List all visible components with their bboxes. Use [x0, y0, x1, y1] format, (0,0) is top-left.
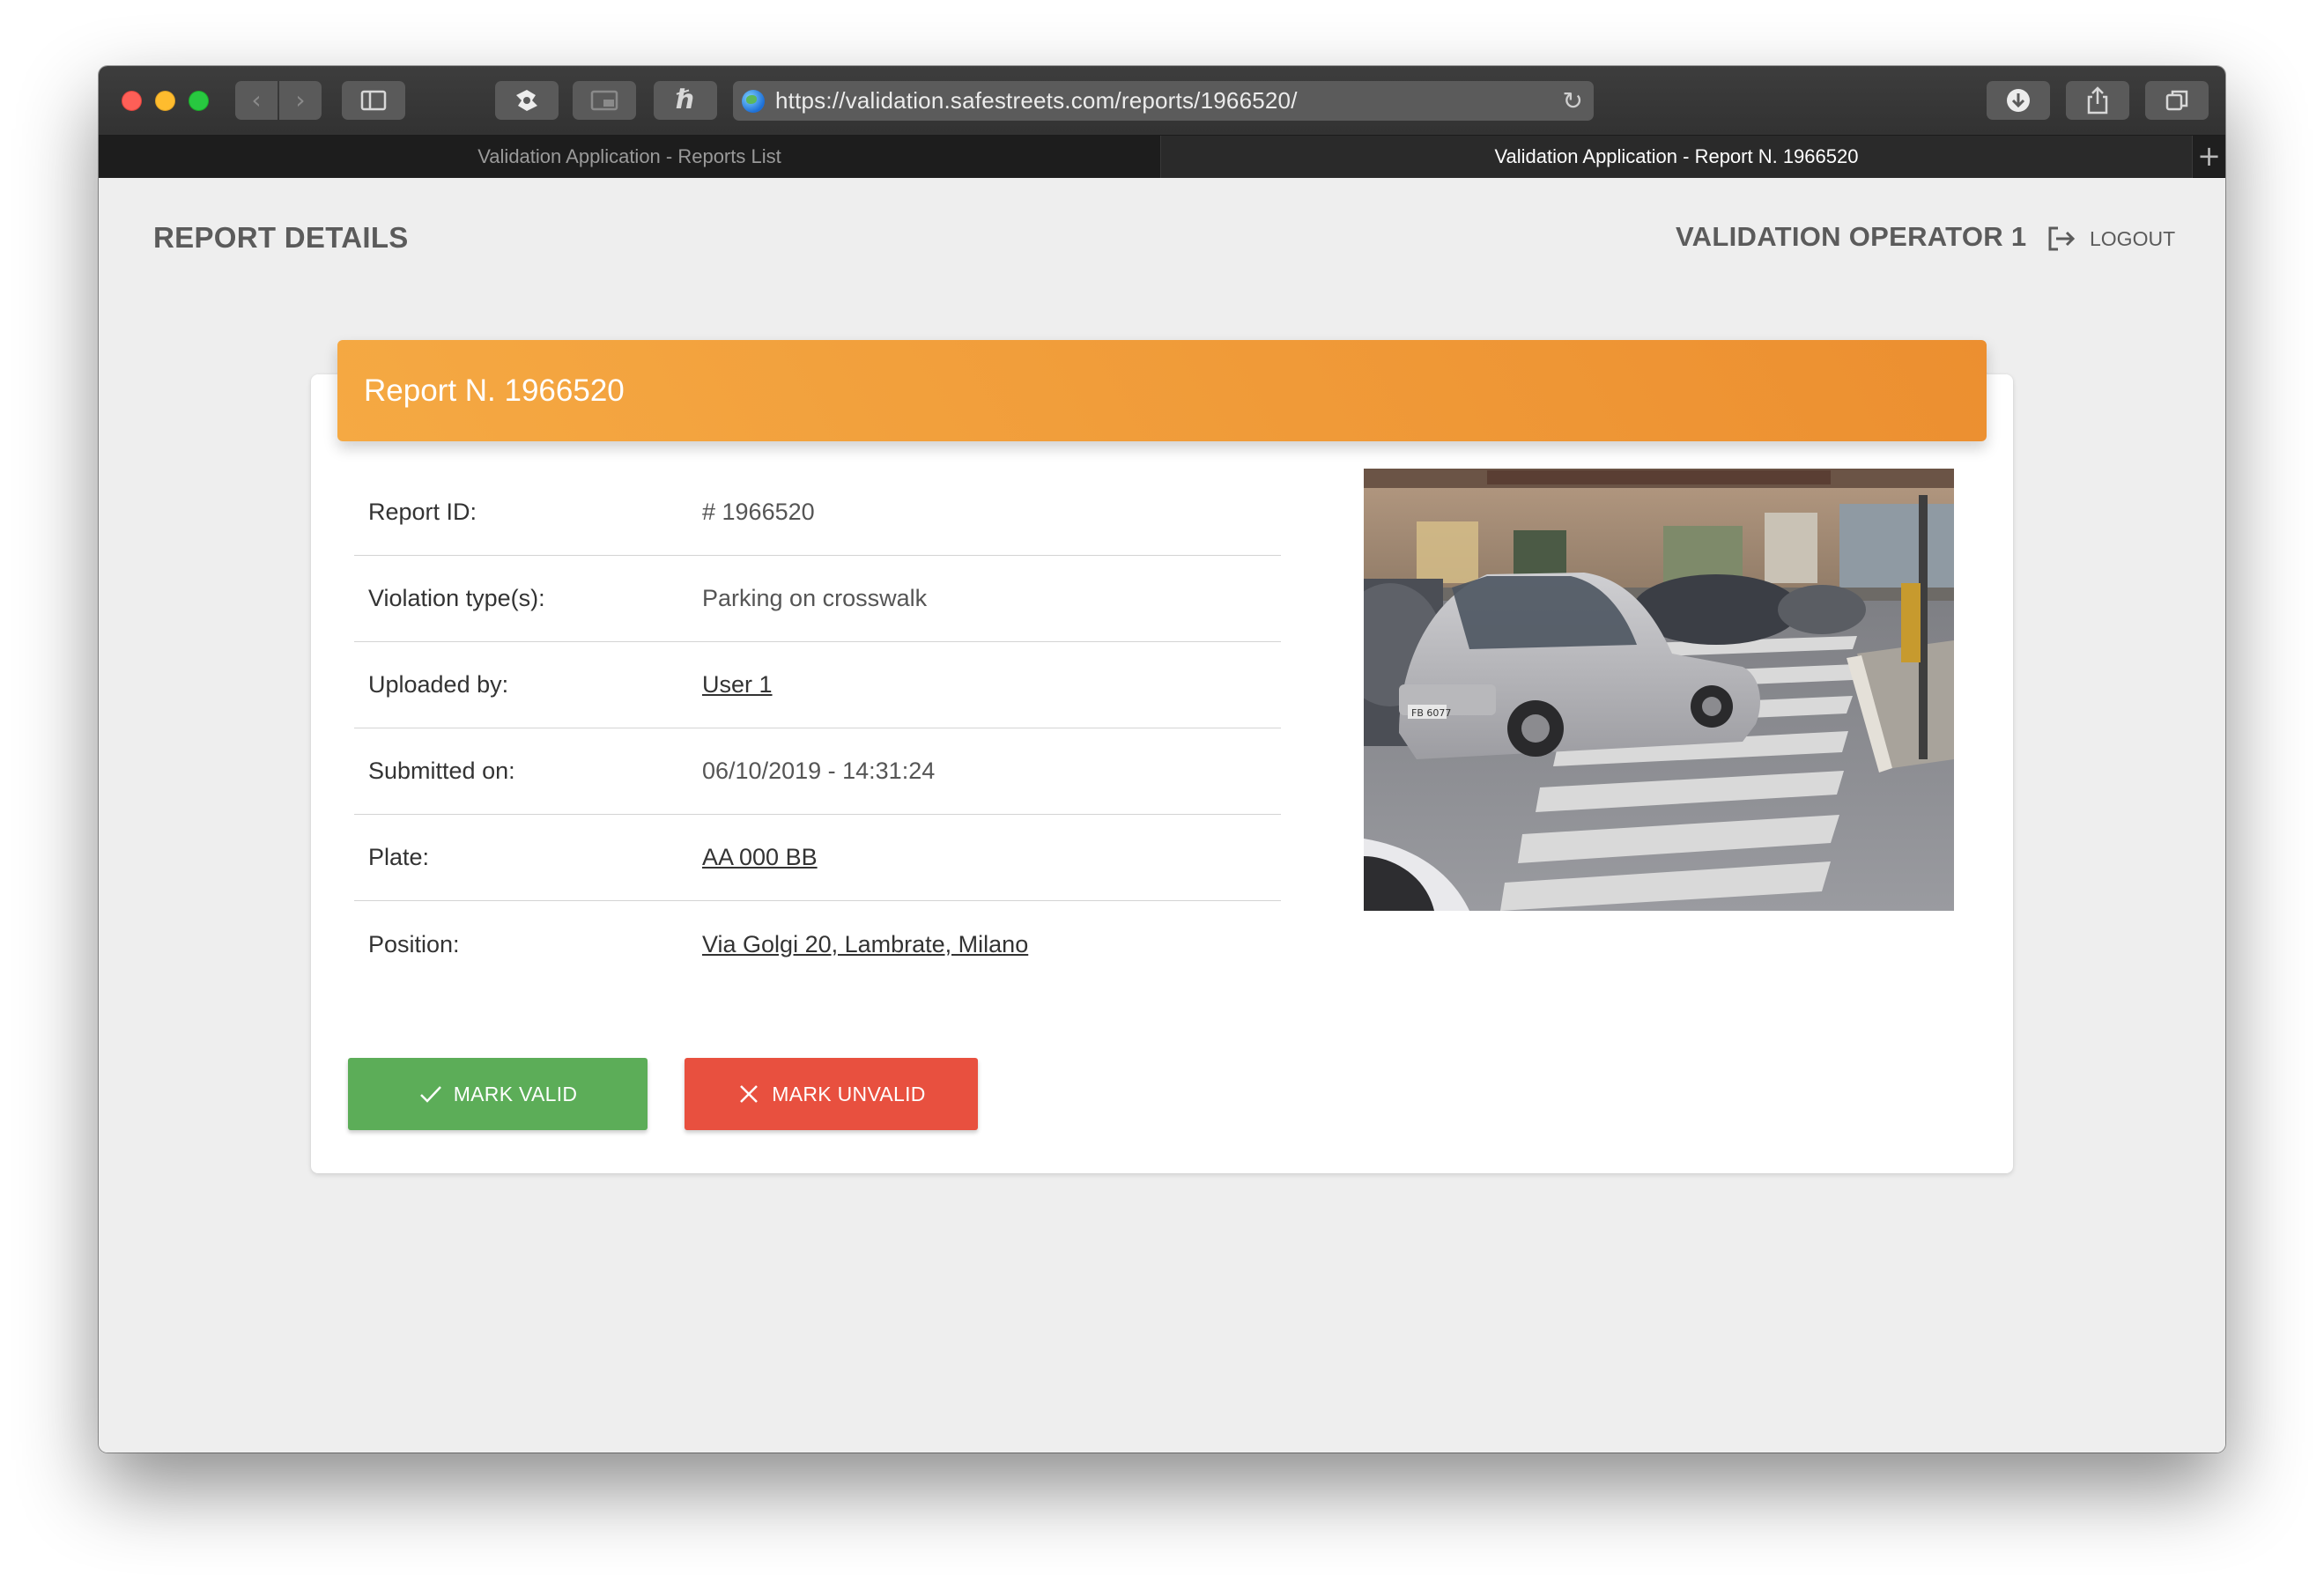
new-tab-button[interactable]: +	[2192, 136, 2225, 178]
address-bar[interactable]: https://validation.safestreets.com/repor…	[733, 81, 1594, 121]
report-photo-illustration: FB 6077	[1364, 469, 1954, 911]
extension-h-button[interactable]: ℏ	[654, 81, 717, 120]
extension-swirl-icon	[516, 90, 537, 111]
detail-row-report-id: Report ID: # 1966520	[354, 469, 1281, 556]
back-button[interactable]: ‹	[235, 81, 278, 120]
logout-button[interactable]: LOGOUT	[2046, 221, 2175, 256]
check-icon	[419, 1086, 441, 1103]
download-icon	[2007, 89, 2030, 112]
detail-label: Plate:	[368, 844, 430, 870]
position-link[interactable]: Via Golgi 20, Lambrate, Milano	[702, 931, 1028, 958]
report-details-list: Report ID: # 1966520 Violation type(s): …	[354, 469, 1281, 987]
mark-valid-label: MARK VALID	[453, 1082, 578, 1105]
picture-in-picture-button[interactable]	[573, 81, 636, 120]
downloads-button[interactable]	[1987, 81, 2050, 120]
close-window-button[interactable]	[122, 91, 142, 111]
report-card-header: Report N. 1966520	[337, 340, 1987, 441]
tab-report-detail[interactable]: Validation Application - Report N. 19665…	[1161, 136, 2192, 178]
tabs-icon	[2165, 90, 2188, 111]
plate-link[interactable]: AA 000 BB	[702, 844, 818, 871]
detail-label: Violation type(s):	[368, 585, 545, 611]
page-title: REPORT DETAILS	[153, 221, 409, 254]
uploader-link[interactable]: User 1	[702, 671, 773, 699]
browser-toolbar: ‹ › ℏ https://validation.safestreets.com…	[99, 66, 2225, 136]
browser-window: ‹ › ℏ https://validation.safestreets.com…	[99, 66, 2225, 1453]
detail-label: Submitted on:	[368, 758, 515, 784]
sidebar-toggle-button[interactable]	[342, 81, 405, 120]
detail-value: Parking on crosswalk	[702, 585, 928, 611]
share-button[interactable]	[2066, 81, 2129, 120]
detail-row-submitted-on: Submitted on: 06/10/2019 - 14:31:24	[354, 728, 1281, 815]
zoom-window-button[interactable]	[189, 91, 209, 111]
reload-icon[interactable]: ↻	[1563, 86, 1583, 115]
extension-button[interactable]	[495, 81, 559, 120]
detail-row-violation-type: Violation type(s): Parking on crosswalk	[354, 556, 1281, 642]
tab-reports-list[interactable]: Validation Application - Reports List	[99, 136, 1161, 178]
picture-in-picture-icon	[590, 90, 618, 111]
mark-valid-button[interactable]: MARK VALID	[348, 1058, 648, 1130]
operator-name: VALIDATION OPERATOR 1	[1676, 221, 2027, 252]
detail-label: Uploaded by:	[368, 671, 509, 698]
sidebar-icon	[360, 90, 387, 111]
tab-overview-button[interactable]	[2145, 81, 2209, 120]
globe-icon	[742, 90, 765, 113]
mark-unvalid-button[interactable]: MARK UNVALID	[685, 1058, 978, 1130]
detail-label: Report ID:	[368, 499, 477, 525]
close-icon	[740, 1085, 759, 1103]
detail-row-position: Position: Via Golgi 20, Lambrate, Milano	[354, 901, 1281, 987]
logout-icon	[2048, 226, 2076, 251]
h-icon: ℏ	[676, 85, 695, 115]
tab-bar: Validation Application - Reports List Va…	[99, 136, 2225, 178]
detail-value: # 1966520	[702, 499, 815, 525]
photo-plate-text: FB 6077	[1411, 707, 1451, 719]
chevron-right-icon: ›	[295, 85, 306, 115]
detail-value: 06/10/2019 - 14:31:24	[702, 758, 936, 784]
mark-unvalid-label: MARK UNVALID	[772, 1082, 926, 1105]
detail-row-plate: Plate: AA 000 BB	[354, 815, 1281, 901]
detail-label: Position:	[368, 930, 460, 957]
report-photo[interactable]: FB 6077	[1364, 469, 1954, 911]
chevron-left-icon: ‹	[251, 85, 262, 115]
logout-label: LOGOUT	[2090, 226, 2176, 250]
url-text[interactable]: https://validation.safestreets.com/repor…	[775, 81, 1298, 121]
minimize-window-button[interactable]	[155, 91, 175, 111]
share-icon	[2087, 86, 2108, 115]
detail-row-uploaded-by: Uploaded by: User 1	[354, 642, 1281, 728]
forward-button[interactable]: ›	[279, 81, 322, 120]
